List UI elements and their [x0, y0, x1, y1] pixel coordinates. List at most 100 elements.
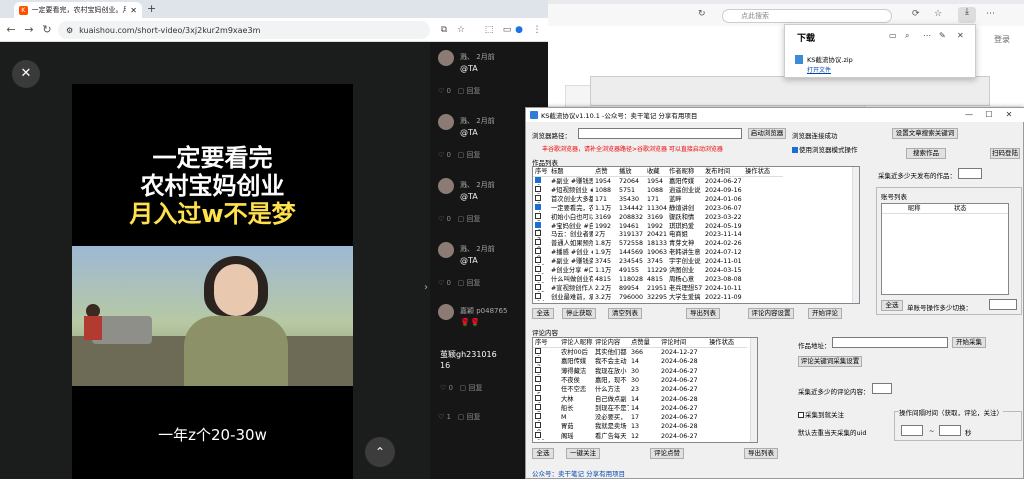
table-row[interactable]: 2 嘉阳传媒我不会主动 14 2024-06-28 — [533, 357, 747, 366]
reply-link[interactable]: 回复 — [467, 413, 481, 421]
table-row[interactable]: 7 船长 到现在不是了14 2024-06-27 — [533, 403, 747, 412]
comment-user[interactable]: 溅、 — [460, 117, 474, 125]
row-checkbox[interactable] — [535, 221, 541, 228]
open-file-link[interactable]: 打开文件 — [807, 65, 831, 74]
extensions-icon[interactable]: ⬚ — [482, 23, 496, 37]
table-row[interactable]: 10#副业 #赚钱资源37452345453745宇宇创业说2024-11-01 — [533, 257, 783, 265]
heart-icon[interactable]: ♡ — [438, 279, 444, 287]
row-checkbox[interactable] — [535, 375, 541, 382]
table-row[interactable]: 5 任不空恋什么方法 23 2024-06-27 — [533, 385, 747, 394]
heart-icon[interactable]: ♡ — [438, 87, 444, 95]
reply-link[interactable]: 回复 — [467, 87, 481, 95]
comment-user[interactable]: 溅、 — [460, 53, 474, 61]
table-row[interactable]: 4一定要看完，农村1.1万 13444211304静煊讲创 2023-06-07 — [533, 203, 783, 212]
row-checkbox[interactable] — [535, 266, 541, 272]
row-checkbox[interactable] — [535, 357, 541, 364]
start-collect-button[interactable]: 开始采集 — [952, 337, 986, 348]
col-header[interactable]: 操作状态 — [707, 338, 747, 347]
row-checkbox[interactable] — [535, 422, 541, 429]
close-tab-icon[interactable]: ✕ — [130, 6, 137, 15]
row-checkbox[interactable] — [535, 385, 541, 392]
row-checkbox[interactable] — [535, 403, 541, 410]
search-works-button[interactable]: 搜索作品 — [906, 148, 946, 159]
col-header[interactable]: 序号 — [533, 167, 549, 176]
row-checkbox[interactable] — [535, 394, 541, 401]
table-row[interactable]: 6 大林 自己做点副 14 2024-06-28 — [533, 394, 747, 403]
download-filename[interactable]: KS截流协议.zip — [807, 54, 853, 64]
close-icon[interactable]: ✕ — [957, 31, 964, 40]
bookmark-star-icon[interactable]: ☆ — [454, 23, 468, 37]
copilot-icon[interactable]: ⟳ — [912, 9, 920, 19]
row-checkbox[interactable] — [535, 230, 541, 237]
recent-comment-days-input[interactable] — [872, 383, 892, 394]
row-checkbox[interactable] — [535, 248, 541, 255]
avatar[interactable] — [438, 304, 454, 320]
login-link[interactable]: 登录 — [994, 34, 1010, 45]
comment-user[interactable]: 溅、 — [460, 181, 474, 189]
close-window-icon[interactable]: ✕ — [1004, 110, 1014, 120]
reply-link[interactable]: 回复 — [467, 215, 481, 223]
export-comments-button[interactable]: 导出列表 — [744, 448, 778, 459]
row-checkbox[interactable] — [535, 257, 541, 264]
set-keyword-button[interactable]: 设置文章搜索关键词 — [892, 128, 958, 139]
table-row[interactable]: 11#创业分享 #口播1.1万 49155 11229洪图创业 2024-03-15 — [533, 266, 783, 274]
checkbox[interactable] — [798, 412, 804, 418]
row-checkbox[interactable] — [535, 212, 541, 219]
next-video-arrow-icon[interactable]: › — [424, 282, 428, 293]
recent-days-input[interactable] — [958, 168, 982, 179]
table-row[interactable]: 13#宣视频创作人 #2.2万 89954 21951老兵理想5772024-10-… — [533, 283, 783, 292]
select-all-comments-button[interactable]: 全选 — [532, 448, 554, 459]
row-checkbox[interactable] — [535, 177, 541, 183]
col-header[interactable]: 点赞 — [593, 167, 617, 176]
follow-all-button[interactable]: 一键关注 — [566, 448, 600, 459]
translate-icon[interactable]: ⧉ — [437, 23, 451, 37]
like-comments-button[interactable]: 评论点赞 — [650, 448, 684, 459]
interval-to-input[interactable] — [939, 425, 961, 436]
favorites-icon[interactable]: ☆ — [934, 9, 942, 19]
heart-icon[interactable]: ♡ — [438, 215, 444, 223]
scrollbar[interactable] — [750, 338, 757, 442]
interval-from-input[interactable] — [901, 425, 923, 436]
reply-link[interactable]: 回复 — [467, 151, 481, 159]
auto-follow-checkbox[interactable]: 采集到就关注 — [798, 409, 844, 419]
select-all-accounts-button[interactable]: 全选 — [881, 300, 903, 311]
col-header[interactable]: 标题 — [549, 167, 593, 176]
reply-icon[interactable]: ▢ — [460, 384, 467, 392]
table-row[interactable]: 3首次创业大多都面17135430171蓝畔2024-01-06 — [533, 194, 783, 203]
start-comment-button[interactable]: 开始评论 — [808, 308, 842, 319]
comment-user[interactable]: 溅、 — [460, 245, 474, 253]
reply-link[interactable]: 回复 — [469, 384, 483, 392]
open-folder-icon[interactable]: ▭ — [889, 31, 897, 40]
start-browser-button[interactable]: 启动浏览器 — [748, 128, 786, 139]
avatar[interactable] — [438, 242, 454, 258]
reply-icon[interactable]: ▢ — [458, 87, 465, 95]
col-header[interactable]: 评论内容 — [593, 338, 629, 347]
use-browser-mode-checkbox[interactable]: 使用浏览器模式操作 — [792, 144, 858, 154]
table-row[interactable]: 8 M 没必要买， 17 2024-06-27 — [533, 413, 747, 421]
table-row[interactable]: 1#副业 #赚钱思维1954720641954嘉阳传媒2024-06-27 — [533, 177, 783, 185]
scan-login-button[interactable]: 扫码登陆 — [990, 148, 1020, 159]
comment-user[interactable]: 茧颖gh231016 — [440, 349, 497, 360]
work-address-input[interactable] — [832, 337, 948, 348]
table-row[interactable]: 7马云：创业者要坚2万 31913720421电商姐 2023-11-14 — [533, 230, 783, 239]
table-row[interactable]: 8普通人如果预然创1.8万 57255818133青芽文神 2024-02-26 — [533, 239, 783, 248]
more-icon[interactable]: ⋯ — [923, 31, 931, 40]
row-checkbox[interactable] — [535, 348, 541, 354]
table-row[interactable]: 2#短视频创业 #口108857511088逍遥创业说2024-09-16 — [533, 185, 783, 194]
menu-ellipsis-icon[interactable]: ⋯ — [986, 9, 995, 19]
comment-user[interactable]: 嘉颖 — [460, 307, 474, 315]
row-checkbox[interactable] — [535, 431, 541, 438]
stop-fetch-button[interactable]: 停止获取 — [562, 308, 596, 319]
table-row[interactable]: 12什么叫做创业有心48151180284815周杨心意2023-08-08 — [533, 274, 783, 283]
col-header[interactable]: 操作状态 — [743, 167, 783, 176]
close-player-icon[interactable]: ✕ — [12, 60, 40, 88]
comment-keyword-settings-button[interactable]: 评论关键词采集设置 — [798, 356, 862, 367]
search-input[interactable]: 点此搜索 — [722, 9, 892, 23]
pin-icon[interactable]: ✎ — [939, 31, 946, 40]
col-header[interactable]: 序号 — [533, 338, 559, 347]
table-row[interactable]: 1 农村00后其实他们都 366 2024-12-27 — [533, 348, 747, 356]
avatar[interactable] — [438, 178, 454, 194]
maximize-icon[interactable]: ☐ — [984, 110, 994, 120]
forward-arrow-icon[interactable]: → — [22, 23, 36, 37]
download-icon[interactable]: ⤓ — [958, 7, 976, 23]
